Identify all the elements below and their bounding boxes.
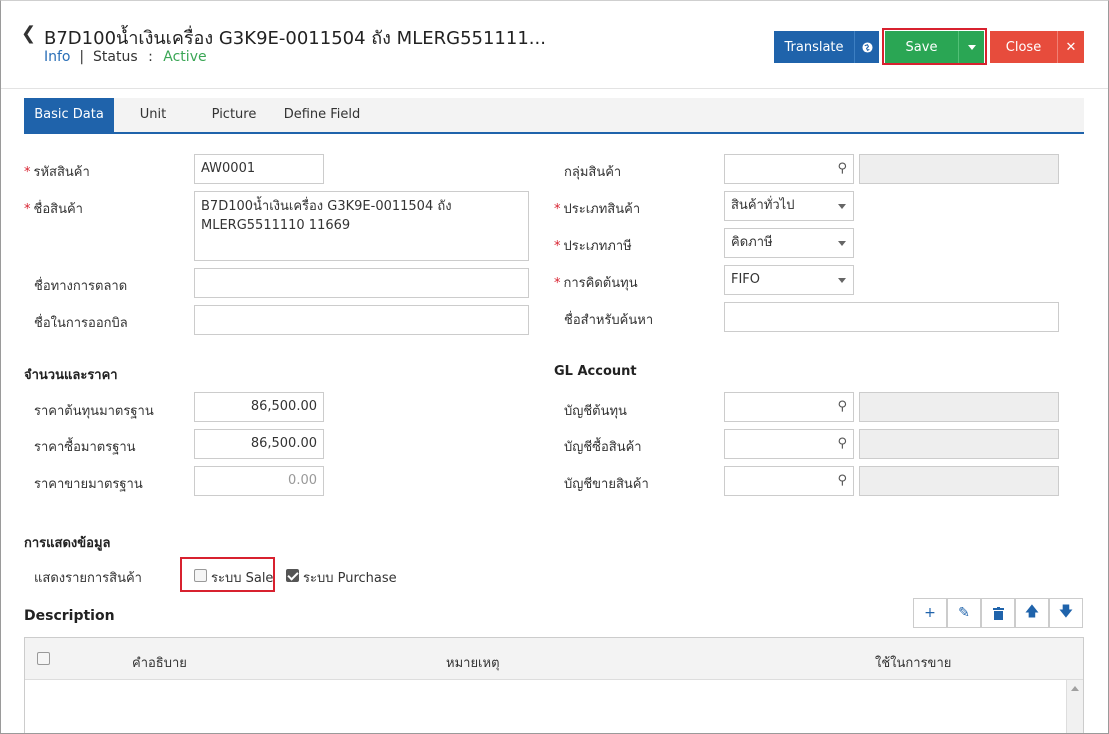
column-header-description[interactable]: คำอธิบาย — [132, 652, 187, 673]
sales-account-label: บัญชีขายสินค้า — [564, 477, 649, 492]
product-code-label: * รหัสสินค้า — [24, 165, 90, 180]
column-header-use-in-sale[interactable]: ใช้ในการขาย — [875, 652, 951, 673]
sale-label: ระบบ Sale — [211, 571, 274, 586]
save-dropdown-caret-icon[interactable] — [958, 31, 984, 63]
breadcrumb: Info | Status : Active — [44, 49, 207, 65]
std-sell-label: ราคาขายมาตรฐาน — [34, 477, 143, 492]
search-icon[interactable]: ⚲ — [837, 155, 847, 183]
purchase-label: ระบบ Purchase — [303, 571, 397, 586]
product-group-input[interactable]: ⚲ — [724, 154, 854, 184]
tab-unit[interactable]: Unit — [114, 98, 192, 132]
product-type-select[interactable]: สินค้าทั่วไป — [724, 191, 854, 221]
select-all-checkbox[interactable] — [37, 652, 50, 665]
chevron-down-icon — [838, 204, 846, 209]
status-value: Active — [163, 49, 207, 65]
product-type-label: * ประเภทสินค้า — [554, 202, 641, 217]
page-title: B7D100น้ำเงินเครื่อง G3K9E-0011504 ถัง M… — [44, 28, 546, 49]
table-header: คำอธิบาย หมายเหตุ ใช้ในการขาย — [25, 638, 1083, 680]
scroll-up-icon[interactable] — [1071, 686, 1079, 691]
column-header-remark[interactable]: หมายเหตุ — [446, 652, 500, 673]
price-section-title: จำนวนและราคา — [24, 368, 118, 383]
cost-account-name-field — [859, 392, 1059, 422]
cost-account-input[interactable]: ⚲ — [724, 392, 854, 422]
purchase-account-input[interactable]: ⚲ — [724, 429, 854, 459]
sales-account-name-field — [859, 466, 1059, 496]
cost-account-label: บัญชีต้นทุน — [564, 404, 627, 419]
chevron-down-icon — [838, 241, 846, 246]
sale-checkbox[interactable] — [194, 569, 207, 582]
tab-bar: Basic Data Unit Picture Define Field — [24, 98, 1084, 134]
tax-type-label: * ประเภทภาษี — [554, 239, 632, 254]
billing-name-input[interactable] — [194, 305, 529, 335]
status-separator: : — [148, 49, 153, 65]
table-scrollbar[interactable] — [1066, 680, 1083, 733]
tax-type-select[interactable]: คิดภาษี — [724, 228, 854, 258]
search-icon[interactable]: ⚲ — [837, 393, 847, 421]
product-code-input[interactable]: AW0001 — [194, 154, 324, 184]
globe-icon[interactable] — [854, 31, 879, 63]
trash-icon[interactable] — [981, 598, 1015, 628]
search-name-input[interactable] — [724, 302, 1059, 332]
save-button[interactable]: Save — [885, 31, 958, 63]
close-button[interactable]: Close — [990, 31, 1057, 63]
std-sell-input[interactable]: 0.00 — [194, 466, 324, 496]
costing-label: * การคิดต้นทุน — [554, 276, 638, 291]
purchase-account-name-field — [859, 429, 1059, 459]
billing-name-label: ชื่อในการออกบิล — [34, 316, 128, 331]
display-section-title: การแสดงข้อมูล — [24, 536, 111, 551]
search-icon[interactable]: ⚲ — [837, 467, 847, 495]
plus-icon[interactable]: + — [913, 598, 947, 628]
pencil-icon[interactable]: ✎ — [947, 598, 981, 628]
show-items-label: แสดงรายการสินค้า — [34, 571, 142, 586]
tab-picture[interactable]: Picture — [192, 98, 276, 132]
product-name-label: * ชื่อสินค้า — [24, 202, 83, 217]
arrow-down-icon[interactable]: 🡇 — [1049, 598, 1083, 628]
gl-section-title: GL Account — [554, 364, 637, 379]
tab-basic-data[interactable]: Basic Data — [24, 98, 114, 132]
description-title: Description — [24, 608, 115, 624]
translate-button[interactable]: Translate — [774, 31, 854, 63]
marketing-name-input[interactable] — [194, 268, 529, 298]
product-group-name-field — [859, 154, 1059, 184]
tab-define-field[interactable]: Define Field — [276, 98, 368, 132]
separator: | — [74, 49, 89, 65]
status-label: Status — [93, 49, 138, 65]
chevron-down-icon — [838, 278, 846, 283]
purchase-account-label: บัญชีซื้อสินค้า — [564, 440, 642, 455]
std-buy-input[interactable]: 86,500.00 — [194, 429, 324, 459]
purchase-checkbox[interactable] — [286, 569, 299, 582]
std-buy-label: ราคาซื้อมาตรฐาน — [34, 440, 136, 455]
back-chevron-icon[interactable]: ❮ — [21, 23, 36, 44]
info-link[interactable]: Info — [44, 49, 71, 65]
product-group-label: กลุ่มสินค้า — [564, 165, 622, 180]
search-name-label: ชื่อสำหรับค้นหา — [564, 313, 654, 328]
page-header: ❮ B7D100น้ำเงินเครื่อง G3K9E-0011504 ถัง… — [1, 1, 1108, 89]
std-cost-label: ราคาต้นทุนมาตรฐาน — [34, 404, 154, 419]
description-table: คำอธิบาย หมายเหตุ ใช้ในการขาย — [24, 637, 1084, 733]
product-name-textarea[interactable]: B7D100น้ำเงินเครื่อง G3K9E-0011504 ถัง M… — [194, 191, 529, 261]
search-icon[interactable]: ⚲ — [837, 430, 847, 458]
sales-account-input[interactable]: ⚲ — [724, 466, 854, 496]
app-window: ❮ B7D100น้ำเงินเครื่อง G3K9E-0011504 ถัง… — [0, 0, 1109, 734]
marketing-name-label: ชื่อทางการตลาด — [34, 279, 128, 294]
arrow-up-icon[interactable]: 🡅 — [1015, 598, 1049, 628]
std-cost-input[interactable]: 86,500.00 — [194, 392, 324, 422]
close-x-icon[interactable]: ✕ — [1057, 31, 1084, 63]
costing-select[interactable]: FIFO — [724, 265, 854, 295]
